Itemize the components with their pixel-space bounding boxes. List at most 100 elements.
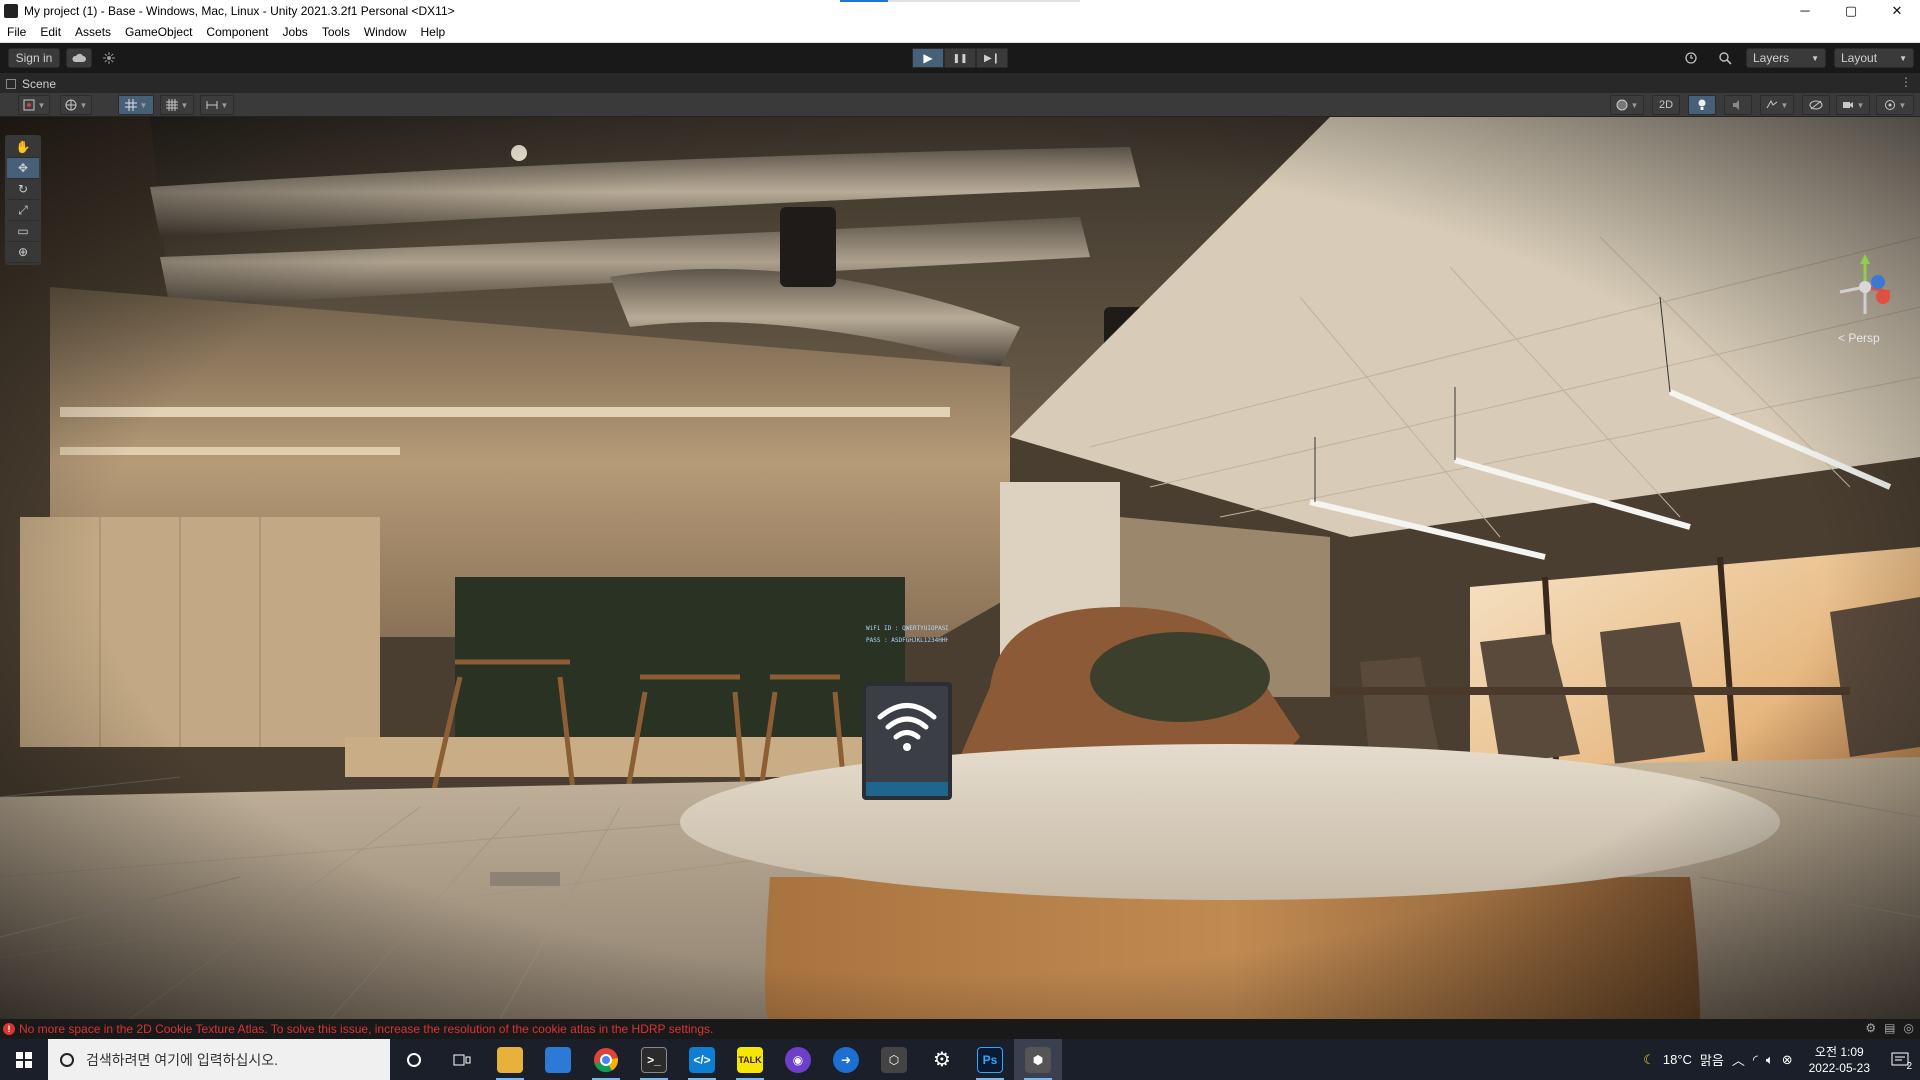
camera-settings-dropdown[interactable]: ▼ bbox=[1836, 95, 1870, 115]
menu-jobs[interactable]: Jobs bbox=[275, 25, 314, 39]
task-view-icon[interactable] bbox=[438, 1039, 486, 1080]
weather-moon-icon[interactable]: ☾ bbox=[1643, 1052, 1655, 1068]
play-icon: ▶ bbox=[923, 51, 933, 65]
gizmos-dropdown[interactable]: ▼ bbox=[1876, 95, 1914, 115]
menu-assets[interactable]: Assets bbox=[68, 25, 118, 39]
vscode-icon[interactable]: </> bbox=[678, 1039, 726, 1080]
clock-date: 2022-05-23 bbox=[1808, 1060, 1870, 1075]
scale-tool-icon[interactable]: ⤢ bbox=[7, 200, 39, 221]
debug-icon[interactable]: ⚙ bbox=[1865, 1021, 1876, 1035]
scene-tab-bar: Scene ⋮ bbox=[0, 73, 1920, 93]
move-tool-icon[interactable]: ✥ bbox=[7, 158, 39, 179]
cache-icon[interactable]: ▤ bbox=[1884, 1021, 1895, 1035]
menu-help[interactable]: Help bbox=[414, 25, 453, 39]
sign-in-button[interactable]: Sign in bbox=[8, 48, 60, 68]
start-button[interactable] bbox=[0, 1039, 48, 1080]
menu-file[interactable]: File bbox=[0, 25, 33, 39]
chrome-icon[interactable] bbox=[582, 1039, 630, 1080]
settings-gear-icon[interactable]: ⚙ bbox=[918, 1039, 966, 1080]
tool-palette: ✋ ✥ ↻ ⤢ ▭ ⊕ bbox=[5, 135, 41, 265]
unity-app-icon bbox=[4, 3, 18, 18]
scene-render bbox=[0, 117, 1920, 1019]
collab-icon[interactable] bbox=[98, 48, 120, 68]
github-desktop-icon[interactable]: ◉ bbox=[774, 1039, 822, 1080]
menu-component[interactable]: Component bbox=[199, 25, 275, 39]
clock-time: 오전 1:09 bbox=[1814, 1044, 1864, 1059]
rect-tool-icon[interactable]: ▭ bbox=[7, 221, 39, 242]
audio-toggle-icon[interactable] bbox=[1724, 95, 1752, 115]
sourcetree-icon[interactable]: ➜ bbox=[822, 1039, 870, 1080]
scene-view-toolbar: ▼ ▼ ▼ ▼ ▼ ▼ 2D ▼ ▼ ▼ bbox=[0, 93, 1920, 117]
pause-button[interactable]: ❚❚ bbox=[944, 48, 976, 68]
history-icon[interactable] bbox=[1678, 48, 1704, 68]
menu-gameobject[interactable]: GameObject bbox=[118, 25, 199, 39]
transform-tool-icon[interactable]: ⊕ bbox=[7, 242, 39, 263]
grid-snap-toggle[interactable]: ▼ bbox=[118, 95, 154, 115]
terminal-icon[interactable]: >_ bbox=[630, 1039, 678, 1080]
step-button[interactable]: ▶❙ bbox=[976, 48, 1008, 68]
status-bar: ! No more space in the 2D Cookie Texture… bbox=[0, 1019, 1920, 1039]
minimize-button[interactable]: ─ bbox=[1782, 0, 1828, 21]
kakaotalk-icon[interactable]: TALK bbox=[726, 1039, 774, 1080]
taskbar-search-placeholder: 검색하려면 여기에 입력하십시오. bbox=[86, 1051, 278, 1068]
shading-mode-dropdown[interactable]: ▼ bbox=[1610, 95, 1644, 115]
title-progress-indicator bbox=[840, 0, 888, 2]
draw-mode-dropdown[interactable]: ▼ bbox=[18, 95, 50, 115]
volume-icon[interactable]: 🔈︎ bbox=[1766, 1052, 1774, 1068]
close-button[interactable]: ✕ bbox=[1874, 0, 1920, 21]
windows-logo-icon bbox=[16, 1051, 32, 1068]
status-error-message[interactable]: No more space in the 2D Cookie Texture A… bbox=[19, 1022, 713, 1036]
weather-desc[interactable]: 맑음 bbox=[1700, 1050, 1724, 1069]
microsoft-store-icon[interactable] bbox=[534, 1039, 582, 1080]
play-button[interactable]: ▶ bbox=[912, 48, 944, 68]
file-explorer-icon[interactable] bbox=[486, 1039, 534, 1080]
system-tray: ☾ 18°C 맑음 ︿ ◜ 🔈︎ ⊗ 오전 1:09 2022-05-23 2 bbox=[1643, 1039, 1920, 1080]
menu-edit[interactable]: Edit bbox=[33, 25, 68, 39]
unity-hub-icon[interactable]: ⬡ bbox=[870, 1039, 918, 1080]
notification-icon[interactable]: 2 bbox=[1886, 1046, 1914, 1074]
effects-dropdown[interactable]: ▼ bbox=[1760, 95, 1794, 115]
error-icon: ! bbox=[3, 1023, 15, 1035]
tab-scene[interactable]: Scene bbox=[6, 75, 56, 93]
menu-window[interactable]: Window bbox=[357, 25, 414, 39]
global-icon[interactable]: ▼ bbox=[60, 95, 92, 115]
wifi-sign-id: WiFi ID : QWERTYUIOPASDFG bbox=[866, 625, 948, 632]
taskbar-clock[interactable]: 오전 1:09 2022-05-23 bbox=[1809, 1044, 1870, 1076]
wifi-icon[interactable]: ◜ bbox=[1753, 1052, 1758, 1068]
menu-bar: File Edit Assets GameObject Component Jo… bbox=[0, 21, 1920, 43]
chevron-up-icon[interactable]: ︿ bbox=[1732, 1050, 1745, 1069]
chevron-down-icon: ▼ bbox=[1811, 53, 1819, 63]
photoshop-icon[interactable]: Ps bbox=[966, 1039, 1014, 1080]
search-icon bbox=[60, 1052, 74, 1067]
search-icon[interactable] bbox=[1712, 48, 1738, 68]
hand-tool-icon[interactable]: ✋ bbox=[7, 137, 39, 158]
layers-dropdown[interactable]: Layers ▼ bbox=[1746, 48, 1826, 68]
taskbar-search-box[interactable]: 검색하려면 여기에 입력하십시오. bbox=[48, 1039, 390, 1080]
lighting-toggle-icon[interactable] bbox=[1688, 95, 1716, 115]
more-options-icon[interactable]: ⋮ bbox=[1900, 75, 1912, 89]
menu-tools[interactable]: Tools bbox=[315, 25, 357, 39]
orientation-gizmo[interactable] bbox=[1830, 252, 1900, 322]
step-icon: ▶❙ bbox=[983, 52, 1001, 64]
grid-visibility-dropdown[interactable]: ▼ bbox=[160, 95, 194, 115]
weather-temp[interactable]: 18°C bbox=[1663, 1052, 1692, 1067]
camera-projection-label[interactable]: < Persp bbox=[1838, 331, 1880, 345]
wifi-sign-pass: PASS : ASDFGHJKL1234HHH bbox=[866, 637, 948, 644]
cortana-icon[interactable] bbox=[390, 1039, 438, 1080]
layout-dropdown[interactable]: Layout ▼ bbox=[1834, 48, 1914, 68]
hidden-objects-icon[interactable] bbox=[1802, 95, 1830, 115]
unity-editor-icon[interactable]: ⬢ bbox=[1014, 1039, 1062, 1080]
window-title-bar: My project (1) - Base - Windows, Mac, Li… bbox=[0, 0, 1920, 21]
scene-tab-icon bbox=[6, 79, 16, 89]
layout-label: Layout bbox=[1841, 51, 1878, 65]
toggle-2d-button[interactable]: 2D bbox=[1652, 95, 1680, 115]
rotate-tool-icon[interactable]: ↻ bbox=[7, 179, 39, 200]
progress-icon[interactable]: ◎ bbox=[1904, 1021, 1914, 1035]
maximize-button[interactable]: ▢ bbox=[1828, 0, 1874, 21]
network-status-icon[interactable]: ⊗ bbox=[1782, 1052, 1793, 1068]
windows-taskbar: 검색하려면 여기에 입력하십시오. >_ </> TALK ◉ ➜ ⬡ ⚙ Ps… bbox=[0, 1039, 1920, 1080]
cloud-icon[interactable] bbox=[66, 48, 92, 68]
main-toolbar: Sign in ▶ ❚❚ ▶❙ Layers ▼ Layout ▼ bbox=[0, 43, 1920, 73]
scene-viewport[interactable]: WiFi ID : QWERTYUIOPASDFG PASS : ASDFGHJ… bbox=[0, 117, 1920, 1019]
snap-increment-dropdown[interactable]: ▼ bbox=[200, 95, 234, 115]
